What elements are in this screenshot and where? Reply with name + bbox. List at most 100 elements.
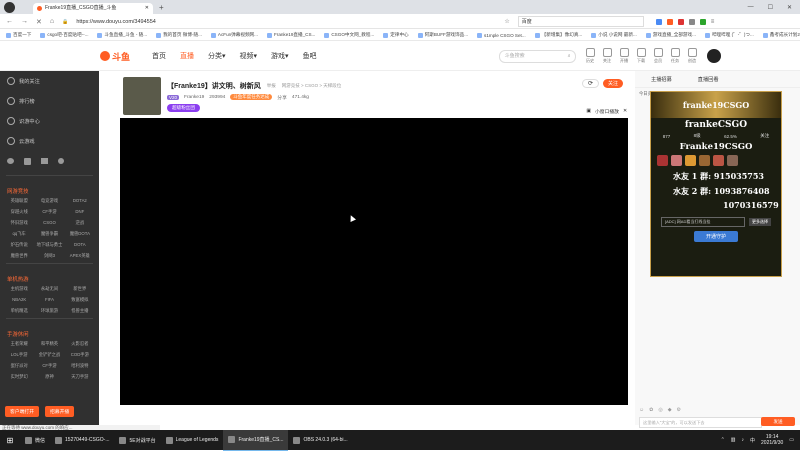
lottery-icon[interactable]: ◎ bbox=[658, 407, 662, 413]
bookmark-item[interactable]: s1mple CSGO Set... bbox=[477, 32, 526, 38]
extension-icon[interactable] bbox=[677, 18, 684, 25]
gift-icon[interactable] bbox=[727, 155, 738, 166]
sidebar-item-fish-bar[interactable] bbox=[0, 151, 99, 171]
open-guard-button[interactable]: 开通守护 bbox=[693, 231, 738, 242]
sidebar-game-link[interactable]: 和平精英 bbox=[34, 341, 64, 347]
settings-icon[interactable]: ⚙ bbox=[677, 407, 681, 413]
pip-label[interactable]: 小窗口播放 bbox=[595, 108, 619, 115]
notification-icon[interactable]: ▭ bbox=[789, 437, 794, 443]
sidebar-game-link[interactable]: 火影忍者 bbox=[65, 341, 95, 347]
sidebar-game-link[interactable]: 天刀手游 bbox=[65, 374, 95, 380]
nav-item[interactable]: 首页 bbox=[152, 51, 166, 61]
bookmark-item[interactable]: AcFun弹幕视频网... bbox=[210, 32, 258, 38]
sidebar-game-link[interactable]: 电竞游戏 bbox=[34, 198, 64, 204]
sidebar-game-link[interactable]: APEX英雄 bbox=[65, 253, 95, 259]
stop-icon[interactable]: ✕ bbox=[36, 18, 42, 26]
home-icon[interactable]: ⌂ bbox=[50, 18, 54, 25]
header-icon-5[interactable]: 任务 bbox=[670, 48, 680, 64]
star-icon[interactable]: ☆ bbox=[504, 18, 509, 25]
sidebar-item[interactable]: 排行榜 bbox=[0, 91, 99, 111]
client-open-button[interactable]: 客户端打开 bbox=[5, 406, 39, 417]
sidebar-game-link[interactable]: COD手游 bbox=[65, 352, 95, 358]
sidebar-game-link[interactable]: 哈利波特 bbox=[65, 363, 95, 369]
sidebar-game-link[interactable]: 魔兽世界 bbox=[4, 253, 34, 259]
gift-icon[interactable] bbox=[685, 155, 696, 166]
sidebar-game-link[interactable]: 穿越火线 bbox=[4, 209, 34, 215]
super-fans-button[interactable]: 超级粉丝团 bbox=[167, 103, 200, 112]
sidebar-game-link[interactable]: 永劫无间 bbox=[34, 286, 64, 292]
sidebar-game-link[interactable]: 金铲铲之战 bbox=[34, 352, 64, 358]
bookmark-item[interactable]: Franke19直播_CS... bbox=[266, 32, 315, 38]
extension-icon[interactable] bbox=[699, 18, 706, 25]
address-bar[interactable]: https://www.douyu.com/3494554 bbox=[76, 19, 496, 25]
sidebar-game-link[interactable]: 怀旧游戏 bbox=[4, 220, 34, 226]
nav-item[interactable]: 游戏▾ bbox=[271, 51, 289, 61]
bookmark-item[interactable]: 百度一下 bbox=[6, 32, 31, 38]
douyu-logo[interactable]: 斗鱼 bbox=[100, 50, 130, 63]
bookmark-item[interactable]: 斗鱼直播_斗鱼 - 随... bbox=[97, 32, 147, 38]
header-icon-1[interactable]: 关注 bbox=[602, 48, 612, 64]
windows-start-icon[interactable]: ⊞ bbox=[0, 430, 20, 450]
search-icon[interactable]: ⌕ bbox=[568, 51, 571, 62]
chat-input[interactable]: 这里输入"大宝"的，可以发送下去 bbox=[639, 417, 762, 428]
back-icon[interactable]: ← bbox=[6, 18, 13, 25]
sidebar-game-link[interactable]: 魔兽DOTA bbox=[65, 231, 95, 237]
taskbar-app[interactable]: OBS 24.0.3 (64-bi... bbox=[288, 430, 352, 450]
sidebar-item[interactable]: 我的关注 bbox=[0, 71, 99, 91]
user-avatar[interactable] bbox=[706, 49, 721, 63]
sidebar-game-link[interactable]: CF手游 bbox=[34, 363, 64, 369]
sidebar-game-link[interactable]: 魔兽争霸 bbox=[34, 231, 64, 237]
bookmark-item[interactable]: 我的首页 微博-随... bbox=[156, 32, 202, 38]
tray-expand-icon[interactable]: ⌃ bbox=[721, 437, 725, 443]
tab-close-icon[interactable]: ✕ bbox=[145, 3, 149, 14]
sidebar-game-link[interactable]: CF手游 bbox=[34, 209, 64, 215]
sidebar-game-link[interactable]: NBA2K bbox=[4, 297, 34, 303]
sidebar-game-link[interactable]: DOTA2 bbox=[65, 198, 95, 204]
bookmark-item[interactable]: 哔哩哔哩 (゜-゜)つ... bbox=[704, 32, 754, 38]
gift-icon[interactable] bbox=[671, 155, 682, 166]
bookmark-item[interactable]: 【新增集】像幻真... bbox=[534, 32, 582, 38]
follow-button[interactable]: 关注 bbox=[602, 79, 623, 88]
refresh-icon[interactable]: ⟳ bbox=[581, 79, 599, 88]
sidebar-item[interactable]: 识游中心 bbox=[0, 111, 99, 131]
sidebar-game-link[interactable]: CSGO bbox=[34, 220, 64, 226]
taskbar-app[interactable]: Franke19直播_CS... bbox=[223, 429, 289, 451]
sidebar-game-link[interactable]: 主机游戏 bbox=[4, 286, 34, 292]
sidebar-game-link[interactable]: 单机精选 bbox=[4, 308, 34, 314]
new-tab-button[interactable]: + bbox=[159, 3, 164, 12]
bookmark-item[interactable]: 阿斯BUFF游戏饰品... bbox=[417, 32, 468, 38]
sidebar-game-link[interactable]: LOL手游 bbox=[4, 352, 34, 358]
sidebar-game-link[interactable]: 蛋仔派对 bbox=[4, 363, 34, 369]
pip-icon[interactable]: ▣ bbox=[586, 109, 591, 114]
taskbar-app[interactable]: 微信 bbox=[20, 430, 50, 450]
sidebar-game-link[interactable]: 英雄联盟 bbox=[4, 198, 34, 204]
recruit-stream-button[interactable]: 招募开播 bbox=[45, 406, 75, 417]
gift-icon[interactable] bbox=[657, 155, 668, 166]
extension-icon[interactable] bbox=[666, 18, 673, 25]
extension-icon[interactable] bbox=[688, 18, 695, 25]
taskbar-app[interactable]: 15270449-CSGO-... bbox=[50, 430, 114, 450]
sidebar-game-link[interactable]: 剑网3 bbox=[34, 253, 64, 259]
gift-icon[interactable] bbox=[713, 155, 724, 166]
taskbar-app[interactable]: League of Legends bbox=[161, 430, 224, 450]
sidebar-game-link[interactable]: 实时梦幻 bbox=[4, 374, 34, 380]
sidebar-game-link[interactable]: 地下城与勇士 bbox=[34, 242, 64, 248]
gift-icon[interactable] bbox=[699, 155, 710, 166]
emoji-icon[interactable]: ☺ bbox=[639, 407, 644, 413]
bookmark-item[interactable]: 游戏直播_全部游戏... bbox=[645, 32, 696, 38]
sidebar-game-link[interactable]: DOTA bbox=[65, 242, 95, 248]
sidebar-game-link[interactable]: 逆战 bbox=[65, 220, 95, 226]
header-icon-4[interactable]: 会员 bbox=[653, 48, 663, 64]
report-link[interactable]: 举报 bbox=[267, 83, 276, 89]
bookmark-item[interactable]: CSGO中文网_教程... bbox=[324, 32, 374, 38]
send-button[interactable]: 发送 bbox=[761, 417, 795, 426]
bookmark-item[interactable]: csgo吧-百度贴吧--... bbox=[40, 32, 88, 38]
clock-date[interactable]: 2021/9/30 bbox=[761, 440, 783, 446]
close-pip-icon[interactable]: ✕ bbox=[623, 109, 627, 114]
sidebar-game-link[interactable]: 新世界 bbox=[65, 286, 95, 292]
bookmark-item[interactable]: 鑫考成长计划2HS... bbox=[762, 32, 800, 38]
adc-button[interactable]: 更多选择 bbox=[749, 218, 771, 226]
sidebar-game-link[interactable]: DNF bbox=[65, 209, 95, 215]
taskbar-app[interactable]: 5E对战平台 bbox=[114, 430, 160, 450]
header-icon-3[interactable]: 下载 bbox=[636, 48, 646, 64]
